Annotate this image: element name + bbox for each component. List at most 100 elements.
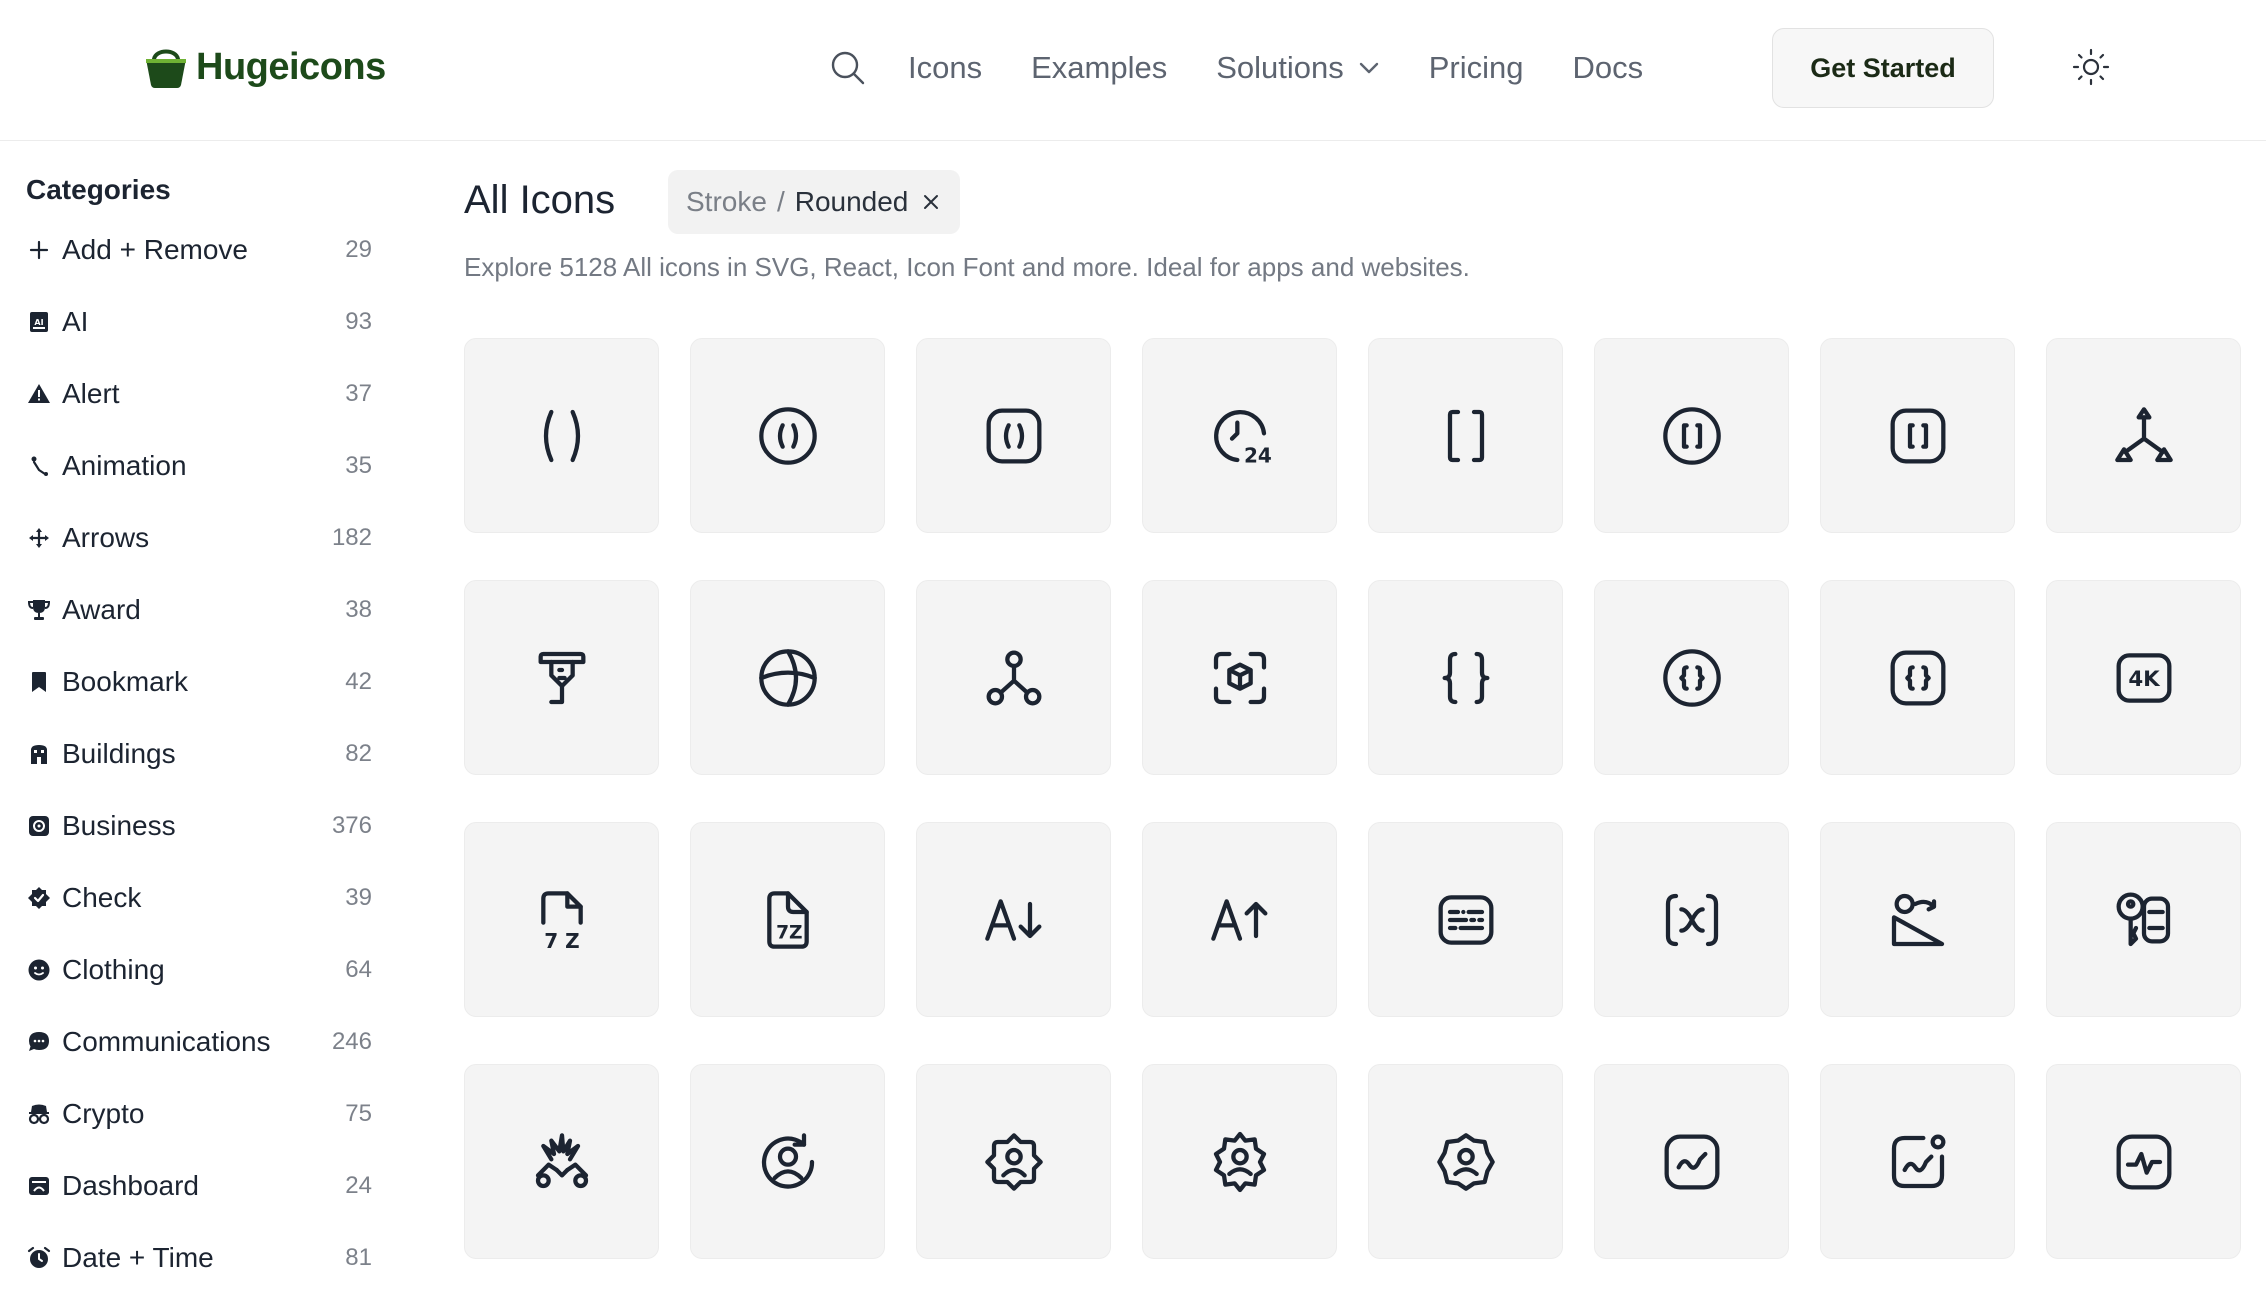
- close-icon[interactable]: [922, 193, 940, 211]
- alarm-clock-icon: [26, 1245, 52, 1271]
- search-button[interactable]: [826, 46, 870, 90]
- icon-tile[interactable]: 4K: [2046, 580, 2241, 775]
- icon-tile[interactable]: [1594, 338, 1789, 533]
- category-count: 29: [345, 236, 372, 263]
- nav-link-docs[interactable]: Docs: [1573, 50, 1644, 86]
- icon-tile[interactable]: [916, 338, 1111, 533]
- category-count: 24: [345, 1172, 372, 1199]
- category-count: 82: [345, 740, 372, 767]
- category-label: Check: [62, 882, 142, 913]
- nav-link-solutions[interactable]: Solutions: [1216, 50, 1380, 86]
- icon-tile[interactable]: 24: [1142, 338, 1337, 533]
- icon-tile[interactable]: 7 Z: [464, 822, 659, 1017]
- icon-tile[interactable]: [690, 580, 885, 775]
- theme-toggle-button[interactable]: [2070, 46, 2112, 88]
- category-item-award[interactable]: Award 38: [26, 574, 372, 646]
- category-item-arrows[interactable]: Arrows 182: [26, 502, 372, 574]
- square-brackets-icon: [1447, 409, 1484, 462]
- svg-text:AI: AI: [34, 318, 43, 327]
- icon-tile[interactable]: [1368, 822, 1563, 1017]
- bookmark-icon: [26, 669, 52, 695]
- account-setting-icon: [1213, 1131, 1266, 1192]
- accessibility-key-icon: [2116, 892, 2170, 946]
- clock-24-hours-icon: 24: [1213, 409, 1272, 467]
- category-label: Business: [62, 810, 176, 841]
- nav-link-examples[interactable]: Examples: [1031, 50, 1167, 86]
- square-brackets-square-icon: [1890, 408, 1945, 463]
- category-item-date-time[interactable]: Date + Time 81: [26, 1222, 372, 1294]
- alert-triangle-icon: [26, 381, 52, 407]
- category-item-bookmark[interactable]: Bookmark 42: [26, 646, 372, 718]
- icon-tile[interactable]: [1368, 1064, 1563, 1259]
- category-item-animation[interactable]: Animation 35: [26, 430, 372, 502]
- business-icon: [26, 813, 52, 839]
- crypto-icon: [26, 1101, 52, 1127]
- svg-text:24: 24: [1244, 443, 1272, 467]
- icon-tile[interactable]: [464, 580, 659, 775]
- icon-tile[interactable]: [464, 1064, 659, 1259]
- icon-tile[interactable]: [1142, 822, 1337, 1017]
- icon-tile[interactable]: [916, 822, 1111, 1017]
- icon-tile[interactable]: [690, 338, 885, 533]
- icon-tile[interactable]: [1820, 338, 2015, 533]
- icon-tile[interactable]: [464, 338, 659, 533]
- curly-braces-circle-icon: [1662, 648, 1721, 707]
- icon-tile[interactable]: [1142, 1064, 1337, 1259]
- category-label: Date + Time: [62, 1242, 214, 1273]
- category-label: Crypto: [62, 1098, 145, 1129]
- category-item-ai[interactable]: AI AI 93: [26, 286, 372, 358]
- icon-tile[interactable]: [1142, 580, 1337, 775]
- icon-tile[interactable]: [916, 580, 1111, 775]
- icon-tile[interactable]: [690, 1064, 885, 1259]
- clothing-icon: [26, 957, 52, 983]
- plus-icon: [26, 237, 52, 263]
- category-label: Alert: [62, 378, 120, 409]
- brand-logo[interactable]: Hugeicons: [142, 42, 386, 92]
- icon-tile[interactable]: [1820, 580, 2015, 775]
- icon-tile[interactable]: [1368, 580, 1563, 775]
- category-count: 37: [345, 380, 372, 407]
- parentheses-square-icon: [986, 408, 1041, 463]
- category-item-communications[interactable]: Communications 246: [26, 1006, 372, 1078]
- category-item-alert[interactable]: Alert 37: [26, 358, 372, 430]
- icon-grid: 24 4K 7 Z 7Z: [464, 338, 2241, 1259]
- category-item-buildings[interactable]: Buildings 82: [26, 718, 372, 790]
- category-item-add-remove[interactable]: Add + Remove 29: [26, 214, 372, 286]
- icon-tile[interactable]: [1594, 822, 1789, 1017]
- category-item-dashboard[interactable]: Dashboard 24: [26, 1150, 372, 1222]
- category-list: Add + Remove 29 AI AI 93 Alert 37 Animat…: [26, 214, 372, 1294]
- category-item-check[interactable]: Check 39: [26, 862, 372, 934]
- category-count: 75: [345, 1100, 372, 1127]
- icon-tile[interactable]: [1368, 338, 1563, 533]
- icon-tile[interactable]: [1820, 1064, 2015, 1259]
- category-item-clothing[interactable]: Clothing 64: [26, 934, 372, 1006]
- icon-tile[interactable]: [2046, 822, 2241, 1017]
- parentheses-circle-icon: [758, 406, 817, 465]
- 3d-printer-icon: [538, 651, 585, 704]
- nav-link-icons[interactable]: Icons: [908, 50, 982, 86]
- activity-pulse-square-icon: [2116, 1134, 2171, 1189]
- style-filter-chip[interactable]: Stroke / Rounded: [668, 170, 961, 234]
- icon-tile[interactable]: [1594, 580, 1789, 775]
- filter-variant-label: Rounded: [794, 186, 909, 217]
- get-started-button[interactable]: Get Started: [1772, 28, 1994, 108]
- filter-separator: /: [776, 186, 785, 217]
- icon-tile[interactable]: [2046, 1064, 2241, 1259]
- category-item-crypto[interactable]: Crypto 75: [26, 1078, 372, 1150]
- category-label: Dashboard: [62, 1170, 199, 1201]
- square-brackets-circle-icon: [1662, 406, 1721, 465]
- activity-chart-notification-icon: [1891, 1134, 1945, 1188]
- sphere-icon: [758, 648, 817, 707]
- dashboard-icon: [26, 1173, 52, 1199]
- sun-icon: [2072, 48, 2110, 86]
- category-item-business[interactable]: Business 376: [26, 790, 372, 862]
- icon-tile[interactable]: [1820, 822, 2015, 1017]
- icon-tile[interactable]: [1594, 1064, 1789, 1259]
- icon-tile[interactable]: 7Z: [690, 822, 885, 1017]
- category-label: Add + Remove: [62, 234, 248, 265]
- nav-link-pricing[interactable]: Pricing: [1429, 50, 1524, 86]
- category-count: 246: [331, 1028, 372, 1055]
- account-recovery-icon: [761, 1132, 814, 1189]
- icon-tile[interactable]: [2046, 338, 2241, 533]
- icon-tile[interactable]: [916, 1064, 1111, 1259]
